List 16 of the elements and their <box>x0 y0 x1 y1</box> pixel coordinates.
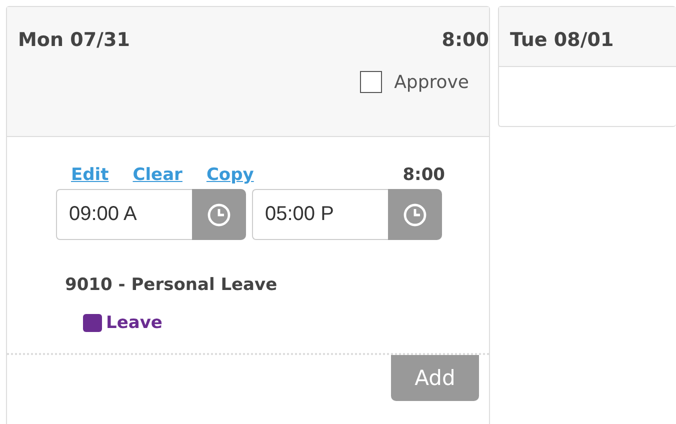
day-label: Mon 07/31 <box>18 29 130 51</box>
clock-icon <box>403 202 427 226</box>
clock-button[interactable] <box>388 189 442 240</box>
action-link[interactable]: Clear <box>132 165 182 185</box>
clock-button[interactable] <box>192 189 246 240</box>
clock-icon <box>207 202 231 226</box>
action-link[interactable]: Copy <box>206 165 254 185</box>
approve-label: Approve <box>394 72 469 92</box>
action-link[interactable]: Edit <box>71 165 109 185</box>
approve-checkbox[interactable] <box>360 71 382 93</box>
tag-label: Leave <box>106 313 162 333</box>
entry-hours: 8:00 <box>402 165 445 185</box>
day-label: Tue 08/01 <box>510 29 614 51</box>
add-button[interactable]: Add <box>391 355 479 401</box>
project-label: 9010 - Personal Leave <box>64 275 278 295</box>
day-total: 8:00 <box>442 29 489 51</box>
